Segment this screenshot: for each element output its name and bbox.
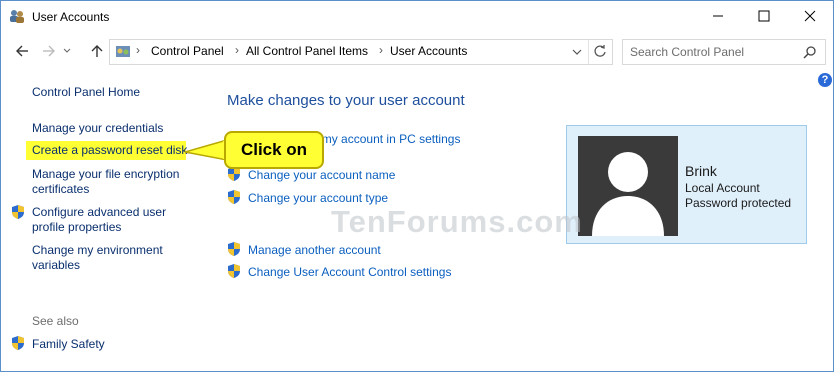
click-on-callout: Click on [224, 131, 324, 169]
maximize-button[interactable] [741, 1, 787, 31]
address-bar[interactable]: › Control Panel › All Control Panel Item… [109, 39, 613, 65]
control-panel-icon [116, 46, 130, 57]
create-password-reset-disk-link[interactable]: Create a password reset disk [32, 143, 187, 158]
user-silhouette-icon [592, 152, 664, 236]
avatar [578, 136, 678, 236]
change-environment-variables-link[interactable]: Change my environment [32, 243, 163, 258]
see-also-label: See also [32, 314, 79, 328]
breadcrumb-user-accounts[interactable]: User Accounts [390, 44, 467, 58]
close-icon [804, 10, 816, 22]
chevron-down-icon [63, 48, 71, 53]
user-accounts-window: User Accounts › Control Panel › All Cont… [0, 0, 834, 372]
family-safety-link[interactable]: Family Safety [32, 337, 105, 352]
change-account-name-link[interactable]: Change your account name [248, 168, 395, 182]
user-name: Brink [685, 163, 717, 179]
password-status-label: Password protected [685, 196, 792, 210]
page-title: Make changes to your user account [227, 92, 465, 109]
breadcrumb-control-panel[interactable]: Control Panel [151, 44, 224, 58]
uac-shield-icon [228, 264, 240, 278]
recent-locations-button[interactable] [61, 41, 73, 61]
change-environment-variables-link-line2[interactable]: variables [32, 258, 80, 273]
manage-file-encryption-link[interactable]: Manage your file encryption [32, 167, 179, 182]
address-divider [588, 40, 589, 64]
user-accounts-icon [10, 10, 24, 23]
change-account-type-link[interactable]: Change your account type [248, 191, 388, 205]
family-safety-icon [12, 336, 24, 350]
configure-advanced-profile-link-line2[interactable]: profile properties [32, 220, 121, 235]
change-uac-settings-link[interactable]: Change User Account Control settings [248, 265, 451, 279]
forward-arrow-icon [43, 45, 55, 57]
configure-advanced-profile-link[interactable]: Configure advanced user [32, 205, 166, 220]
minimize-button[interactable] [695, 1, 741, 31]
manage-file-encryption-link-line2[interactable]: certificates [32, 182, 89, 197]
navigation-bar: › Control Panel › All Control Panel Item… [1, 35, 833, 67]
title-bar: User Accounts [1, 1, 833, 33]
search-input[interactable]: Search Control Panel [622, 39, 826, 65]
manage-another-account-link[interactable]: Manage another account [248, 243, 381, 257]
account-type-label: Local Account [685, 181, 760, 195]
back-arrow-icon [16, 45, 28, 57]
up-button[interactable] [87, 41, 107, 61]
chevron-down-icon[interactable] [572, 48, 582, 56]
search-icon[interactable] [803, 45, 817, 59]
callout-pointer [185, 139, 229, 161]
back-button[interactable] [12, 41, 32, 61]
watermark: TenForums.com [331, 204, 583, 239]
user-account-panel: Brink Local Account Password protected [566, 125, 807, 244]
breadcrumb-separator-icon: › [235, 43, 239, 57]
uac-shield-icon [228, 242, 240, 256]
callout-text: Click on [240, 140, 308, 159]
window-title: User Accounts [32, 10, 110, 24]
minimize-icon [713, 15, 723, 17]
control-panel-home-link[interactable]: Control Panel Home [32, 85, 140, 100]
manage-credentials-link[interactable]: Manage your credentials [32, 121, 163, 136]
refresh-icon[interactable] [593, 44, 607, 58]
close-button[interactable] [787, 1, 833, 31]
uac-shield-icon [12, 205, 24, 219]
breadcrumb-separator-icon: › [379, 43, 383, 57]
maximize-icon [758, 10, 770, 22]
uac-shield-icon [228, 190, 240, 204]
search-placeholder: Search Control Panel [630, 45, 745, 59]
help-icon[interactable]: ? [818, 73, 832, 87]
forward-button[interactable] [39, 41, 59, 61]
up-arrow-icon [91, 45, 103, 57]
breadcrumb-separator-icon: › [136, 43, 140, 57]
breadcrumb-all-items[interactable]: All Control Panel Items [246, 44, 368, 58]
